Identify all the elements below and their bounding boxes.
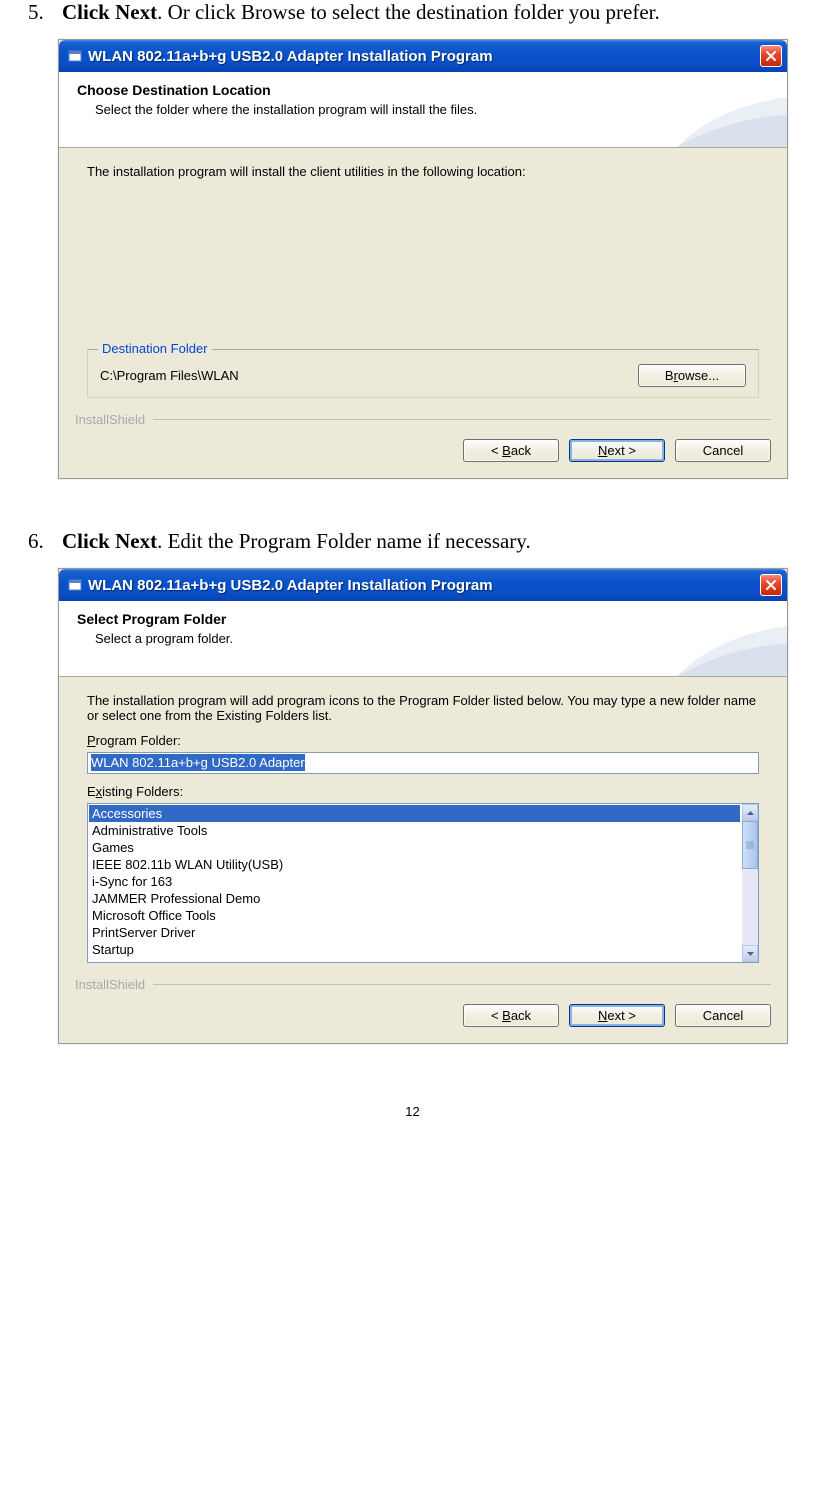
- destination-path: C:\Program Files\WLAN: [100, 368, 239, 383]
- body-panel: The installation program will install th…: [59, 148, 787, 406]
- instruction-step-6: 6. Click Next. Edit the Program Folder n…: [28, 529, 797, 554]
- app-icon: [67, 577, 83, 593]
- close-button[interactable]: [760, 45, 782, 67]
- list-item[interactable]: i-Sync for 163: [89, 873, 740, 890]
- back-button[interactable]: < Back: [463, 1004, 559, 1027]
- program-folder-label: Program Folder:: [87, 733, 759, 748]
- scrollbar-track[interactable]: [742, 869, 758, 945]
- scrollbar-thumb[interactable]: [742, 821, 758, 869]
- body-description: The installation program will add progra…: [87, 693, 759, 723]
- cancel-button[interactable]: Cancel: [675, 1004, 771, 1027]
- next-button[interactable]: Next >: [569, 439, 665, 462]
- existing-folders-listbox[interactable]: Accessories Administrative Tools Games I…: [87, 803, 759, 963]
- step-number: 5.: [28, 0, 62, 25]
- destination-folder-legend: Destination Folder: [98, 341, 212, 356]
- step-bold: Click Next: [62, 0, 157, 24]
- program-folder-value: WLAN 802.11a+b+g USB2.0 Adapter: [91, 754, 305, 771]
- list-item[interactable]: JAMMER Professional Demo: [89, 890, 740, 907]
- button-row: < Back Next > Cancel: [59, 992, 787, 1043]
- header-panel: Choose Destination Location Select the f…: [59, 72, 787, 148]
- browse-button[interactable]: Browse...: [638, 364, 746, 387]
- list-inner: Accessories Administrative Tools Games I…: [88, 804, 741, 962]
- back-button[interactable]: < Back: [463, 439, 559, 462]
- dialog-choose-destination: WLAN 802.11a+b+g USB2.0 Adapter Installa…: [58, 39, 788, 479]
- next-button[interactable]: Next >: [569, 1004, 665, 1027]
- window-title: WLAN 802.11a+b+g USB2.0 Adapter Installa…: [88, 48, 760, 65]
- page-number: 12: [28, 1104, 797, 1119]
- step-bold: Click Next: [62, 529, 157, 553]
- app-icon: [67, 48, 83, 64]
- installshield-brand: InstallShield: [59, 971, 787, 992]
- titlebar[interactable]: WLAN 802.11a+b+g USB2.0 Adapter Installa…: [59, 569, 787, 601]
- header-decoration-icon: [677, 97, 787, 147]
- cancel-button[interactable]: Cancel: [675, 439, 771, 462]
- chevron-down-icon: [747, 952, 754, 956]
- button-row: < Back Next > Cancel: [59, 427, 787, 478]
- brand-text: InstallShield: [75, 412, 145, 427]
- list-item[interactable]: Startup: [89, 941, 740, 958]
- close-icon: [765, 579, 777, 591]
- header-panel: Select Program Folder Select a program f…: [59, 601, 787, 677]
- dialog-select-program-folder: WLAN 802.11a+b+g USB2.0 Adapter Installa…: [58, 568, 788, 1044]
- step-rest: . Edit the Program Folder name if necess…: [157, 529, 531, 553]
- list-item[interactable]: IEEE 802.11b WLAN Utility(USB): [89, 856, 740, 873]
- step-number: 6.: [28, 529, 62, 554]
- instruction-step-5: 5. Click Next. Or click Browse to select…: [28, 0, 797, 25]
- existing-folders-label: Existing Folders:: [87, 784, 759, 799]
- program-folder-input[interactable]: WLAN 802.11a+b+g USB2.0 Adapter: [87, 752, 759, 774]
- list-item[interactable]: Games: [89, 839, 740, 856]
- body-description: The installation program will install th…: [87, 164, 759, 179]
- installshield-brand: InstallShield: [59, 406, 787, 427]
- list-item[interactable]: PrintServer Driver: [89, 924, 740, 941]
- close-button[interactable]: [760, 574, 782, 596]
- scroll-up-button[interactable]: [742, 804, 758, 821]
- brand-text: InstallShield: [75, 977, 145, 992]
- header-title: Choose Destination Location: [77, 82, 769, 98]
- list-item[interactable]: Microsoft Office Tools: [89, 907, 740, 924]
- chevron-up-icon: [747, 811, 754, 815]
- titlebar[interactable]: WLAN 802.11a+b+g USB2.0 Adapter Installa…: [59, 40, 787, 72]
- list-item[interactable]: Administrative Tools: [89, 822, 740, 839]
- step-rest: . Or click Browse to select the destinat…: [157, 0, 660, 24]
- header-decoration-icon: [677, 626, 787, 676]
- scroll-down-button[interactable]: [742, 945, 758, 962]
- header-title: Select Program Folder: [77, 611, 769, 627]
- brand-divider: [153, 419, 771, 420]
- destination-folder-group: Destination Folder C:\Program Files\WLAN…: [87, 349, 759, 398]
- list-item[interactable]: Accessories: [89, 805, 740, 822]
- body-panel: The installation program will add progra…: [59, 677, 787, 971]
- header-subtitle: Select a program folder.: [95, 631, 769, 646]
- brand-divider: [153, 984, 771, 985]
- header-subtitle: Select the folder where the installation…: [95, 102, 769, 117]
- scrollbar[interactable]: [741, 804, 758, 962]
- window-title: WLAN 802.11a+b+g USB2.0 Adapter Installa…: [88, 577, 760, 594]
- close-icon: [765, 50, 777, 62]
